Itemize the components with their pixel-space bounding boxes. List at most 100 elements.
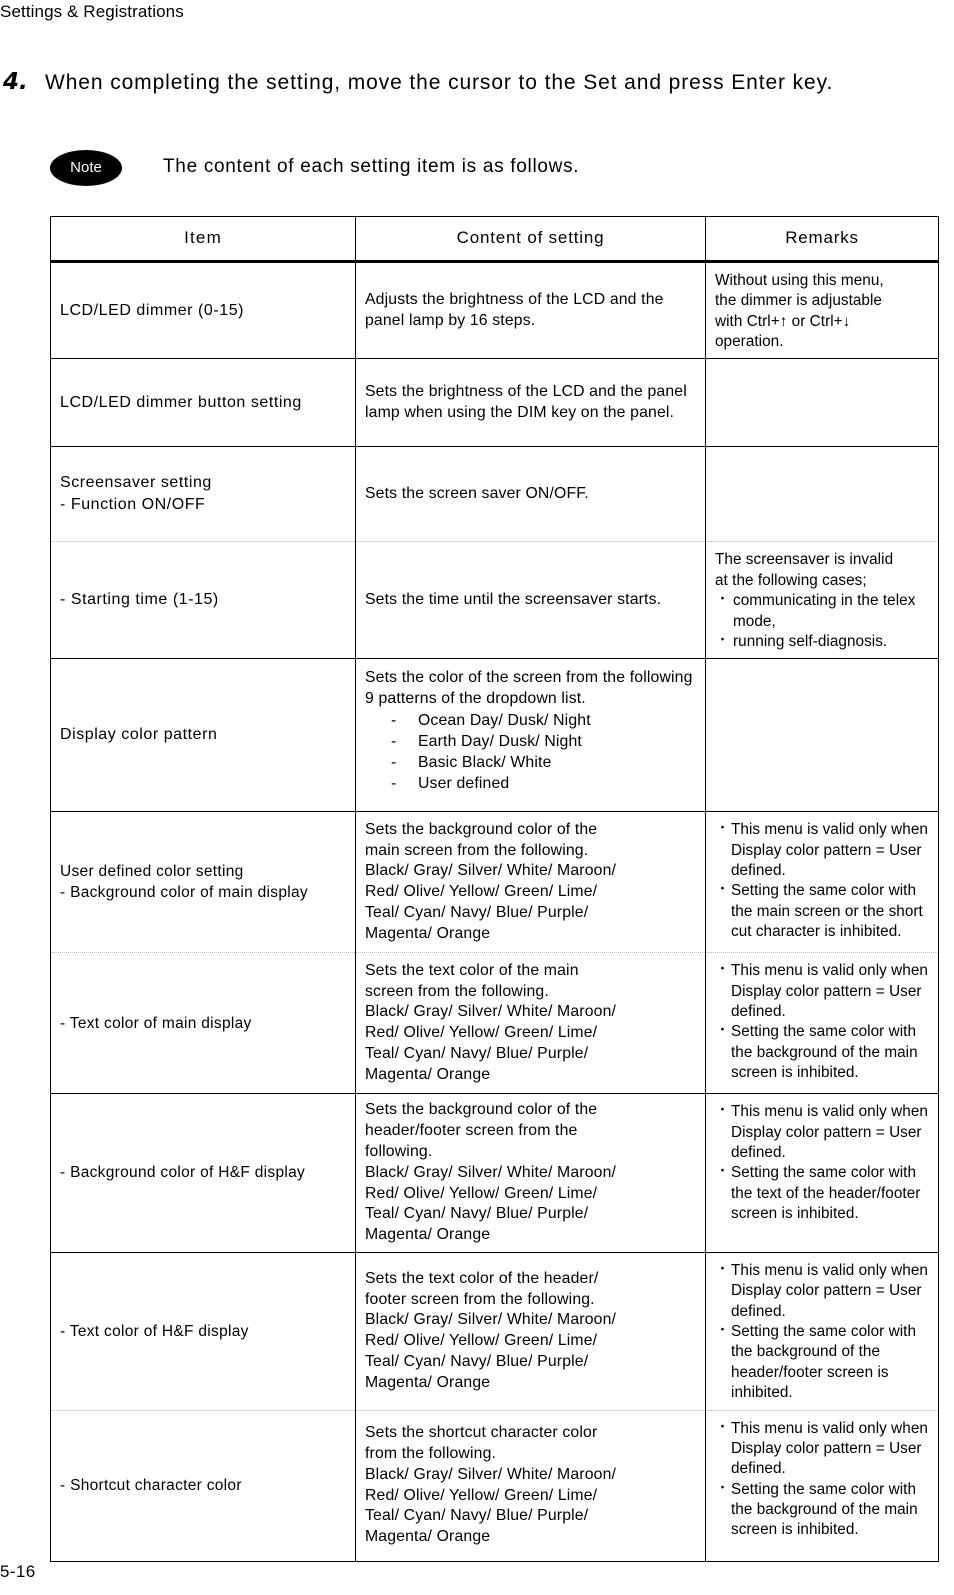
cell-remarks: The screensaver is invalid at the follow… <box>705 541 939 660</box>
content-option-item: - Basic Black/ White <box>391 752 697 773</box>
cell-remarks-empty <box>705 446 939 543</box>
note-callout: Note The content of each setting item is… <box>0 150 954 192</box>
remarks-bullet-text: Setting the same color with the backgrou… <box>731 1480 918 1539</box>
cell-content: Sets the background color of the header/… <box>355 1093 706 1254</box>
cell-content: Sets the color of the screen from the fo… <box>355 658 706 813</box>
content-line: main screen from the following. <box>365 841 589 859</box>
remarks-line: Without using this menu, <box>715 272 884 290</box>
remarks-bullet-text: This menu is valid only when Display col… <box>731 1103 928 1161</box>
cell-item: - Text color of main display <box>50 952 356 1095</box>
content-intro: Sets the color of the screen from the fo… <box>365 669 693 708</box>
cell-item: Screensaver setting - Function ON/OFF <box>50 446 356 543</box>
remarks-bullet-item: ・ communicating in the telex mode, <box>715 591 930 632</box>
table-row: - Text color of H&F display Sets the tex… <box>50 1252 939 1411</box>
bullet-icon: ・ <box>716 1022 730 1038</box>
column-header-item: Item <box>50 215 356 264</box>
content-line: Black/ Gray/ Silver/ White/ Maroon/ <box>365 862 617 880</box>
bullet-icon: ・ <box>716 1102 730 1118</box>
content-line: Red/ Olive/ Yellow/ Green/ Lime/ <box>365 883 598 901</box>
content-line: Red/ Olive/ Yellow/ Green/ Lime/ <box>365 1486 598 1504</box>
table-row: User defined color setting - Background … <box>50 811 939 954</box>
remarks-bullet-item: ・ Setting the same color with the main s… <box>715 881 930 942</box>
content-option-list: - Ocean Day/ Dusk/ Night - Earth Day/ Du… <box>365 710 697 794</box>
cell-remarks: Without using this menu, the dimmer is a… <box>705 261 939 360</box>
remarks-line: at the following cases; <box>715 571 867 589</box>
content-line: Sets the text color of the main <box>365 961 579 979</box>
content-line: Magenta/ Orange <box>365 924 491 942</box>
content-option-item: - Earth Day/ Dusk/ Night <box>391 731 697 752</box>
cell-remarks: ・ This menu is valid only when Display c… <box>705 1409 939 1562</box>
content-line: Teal/ Cyan/ Navy/ Blue/ Purple/ <box>365 904 589 922</box>
cell-item: - Starting time (1-15) <box>50 541 356 660</box>
cell-item: Display color pattern <box>50 658 356 813</box>
cell-content: Sets the time until the screensaver star… <box>355 541 706 660</box>
cell-content: Sets the text color of the main screen f… <box>355 952 706 1095</box>
cell-remarks: ・ This menu is valid only when Display c… <box>705 811 939 954</box>
remarks-bullet-item: ・ Setting the same color with the backgr… <box>715 1022 930 1083</box>
content-line: Red/ Olive/ Yellow/ Green/ Lime/ <box>365 1332 598 1350</box>
cell-content: Sets the brightness of the LCD and the p… <box>355 358 706 448</box>
table-row: - Background color of H&F display Sets t… <box>50 1093 939 1254</box>
content-line: Teal/ Cyan/ Navy/ Blue/ Purple/ <box>365 1353 589 1371</box>
bullet-icon: ・ <box>716 1479 730 1495</box>
remarks-bullet-list: ・ communicating in the telex mode, ・ run… <box>715 591 930 652</box>
remarks-bullet-item: ・ This menu is valid only when Display c… <box>715 1419 930 1480</box>
content-option-item: - User defined <box>391 773 697 794</box>
remarks-bullet-item: ・ This menu is valid only when Display c… <box>715 820 930 881</box>
remarks-line: The screensaver is invalid <box>715 551 894 569</box>
dash-icon: - <box>391 774 397 792</box>
bullet-icon: ・ <box>716 591 730 607</box>
cell-item: - Shortcut character color <box>50 1409 356 1562</box>
content-line: Magenta/ Orange <box>365 1065 491 1083</box>
remarks-bullet-text: Setting the same color with the text of … <box>731 1164 921 1222</box>
remarks-bullet-text: This menu is valid only when Display col… <box>731 1262 928 1320</box>
content-line: Magenta/ Orange <box>365 1373 491 1391</box>
content-line: Sets the text color of the header/ <box>365 1269 599 1287</box>
remarks-bullet-text: communicating in the telex mode, <box>733 592 916 630</box>
table-row: Display color pattern Sets the color of … <box>50 658 939 813</box>
cell-item: LCD/LED dimmer (0-15) <box>50 261 356 360</box>
content-line: following. <box>365 1142 433 1160</box>
dash-icon: - <box>391 732 397 750</box>
bullet-icon: ・ <box>716 1261 730 1277</box>
bullet-icon: ・ <box>716 820 730 836</box>
cell-remarks: ・ This menu is valid only when Display c… <box>705 952 939 1095</box>
cell-item: - Background color of H&F display <box>50 1093 356 1254</box>
bullet-icon: ・ <box>716 1163 730 1179</box>
content-line: Black/ Gray/ Silver/ White/ Maroon/ <box>365 1311 617 1329</box>
cell-content: Sets the screen saver ON/OFF. <box>355 446 706 543</box>
content-line: Black/ Gray/ Silver/ White/ Maroon/ <box>365 1003 617 1021</box>
remarks-line: operation. <box>715 333 784 351</box>
remarks-bullet-item: ・ Setting the same color with the text o… <box>715 1163 930 1224</box>
page-number: 5-16 <box>0 1562 36 1581</box>
content-line: Red/ Olive/ Yellow/ Green/ Lime/ <box>365 1024 598 1042</box>
bullet-icon: ・ <box>716 1322 730 1338</box>
content-line: Teal/ Cyan/ Navy/ Blue/ Purple/ <box>365 1045 589 1063</box>
content-line: Sets the shortcut character color <box>365 1423 598 1441</box>
content-line: Teal/ Cyan/ Navy/ Blue/ Purple/ <box>365 1507 589 1525</box>
cell-content: Sets the background color of the main sc… <box>355 811 706 954</box>
remarks-bullet-text: This menu is valid only when Display col… <box>731 821 928 879</box>
remarks-bullet-item: ・ This menu is valid only when Display c… <box>715 1261 930 1322</box>
bullet-icon: ・ <box>716 1418 730 1434</box>
table-row: - Text color of main display Sets the te… <box>50 952 939 1095</box>
cell-remarks-empty <box>705 358 939 448</box>
cell-item: LCD/LED dimmer button setting <box>50 358 356 448</box>
content-line: Red/ Olive/ Yellow/ Green/ Lime/ <box>365 1184 598 1202</box>
remarks-bullet-list: ・ This menu is valid only when Display c… <box>715 1419 930 1541</box>
item-line: Screensaver setting <box>60 474 212 492</box>
cell-item: User defined color setting - Background … <box>50 811 356 954</box>
dash-icon: - <box>391 753 397 771</box>
remarks-bullet-list: ・ This menu is valid only when Display c… <box>715 1261 930 1403</box>
table-row: Screensaver setting - Function ON/OFF Se… <box>50 446 939 543</box>
item-line: - Function ON/OFF <box>60 496 206 514</box>
bullet-icon: ・ <box>716 631 730 647</box>
content-line: footer screen from the following. <box>365 1290 595 1308</box>
remarks-bullet-text: This menu is valid only when Display col… <box>731 962 928 1020</box>
cell-content: Sets the text color of the header/ foote… <box>355 1252 706 1411</box>
remarks-line: the dimmer is adjustable <box>715 292 882 310</box>
remarks-bullet-text: running self-diagnosis. <box>733 632 888 650</box>
settings-table: Item Content of setting Remarks LCD/LED … <box>50 215 939 1562</box>
remarks-bullet-text: Setting the same color with the backgrou… <box>731 1323 917 1402</box>
content-line: Teal/ Cyan/ Navy/ Blue/ Purple/ <box>365 1205 589 1223</box>
